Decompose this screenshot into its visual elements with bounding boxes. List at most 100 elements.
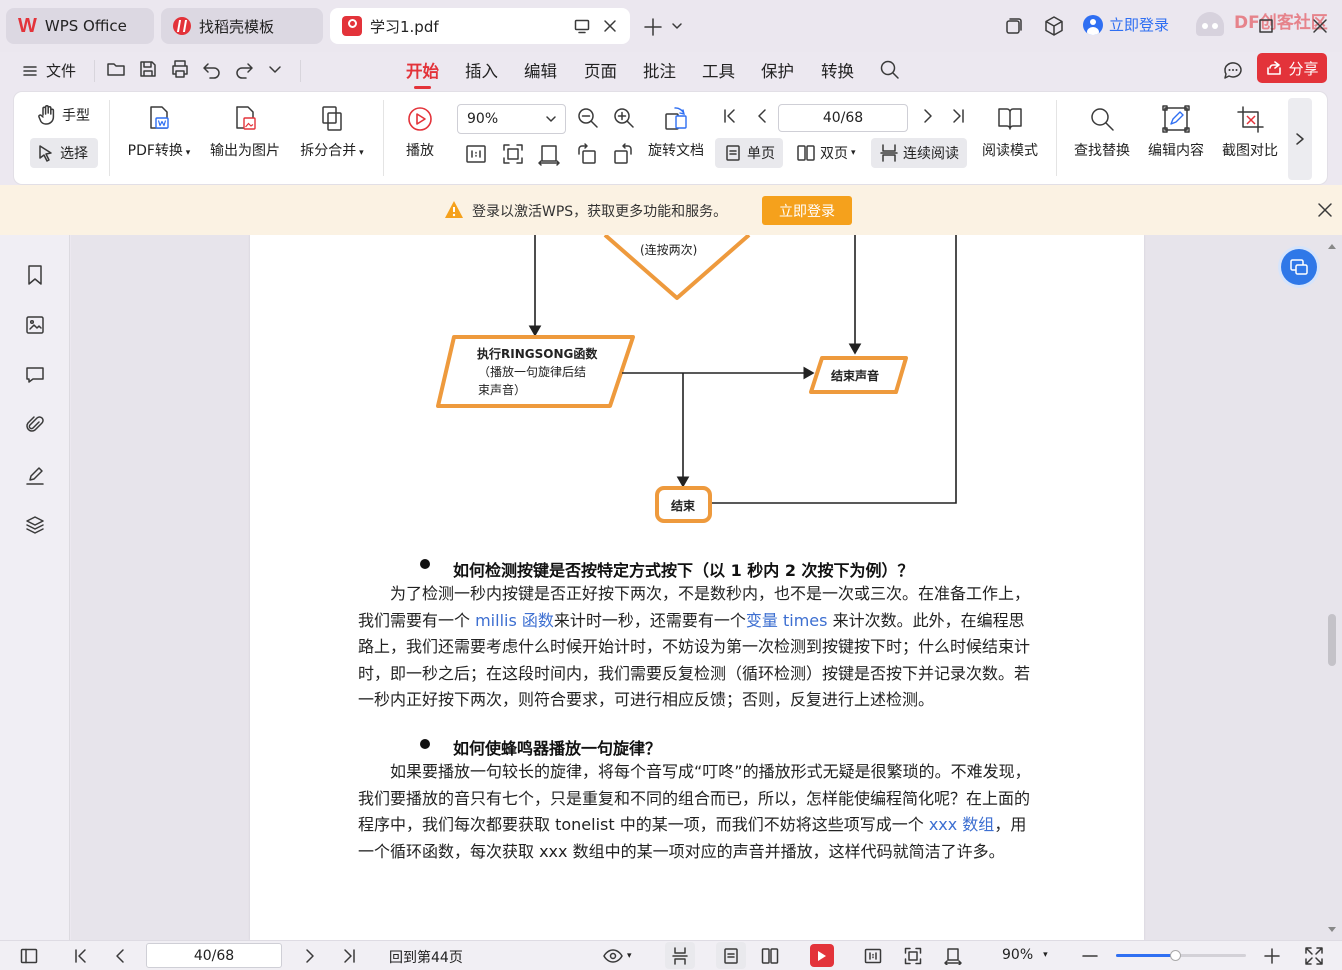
first-page-icon[interactable]	[72, 947, 90, 965]
login-link[interactable]: 立即登录	[1083, 14, 1169, 35]
continuous-view-button[interactable]	[665, 942, 695, 969]
menu-edit[interactable]: 编辑	[524, 58, 557, 82]
cube-icon[interactable]	[1043, 15, 1065, 37]
tab-document[interactable]: 学习1.pdf	[330, 8, 630, 44]
open-folder-icon[interactable]	[106, 59, 126, 79]
menu-insert[interactable]: 插入	[465, 58, 498, 82]
last-page-icon[interactable]	[948, 106, 968, 126]
status-zoom-select[interactable]: 90% ▾	[1002, 947, 1048, 963]
close-tab-icon[interactable]	[602, 18, 618, 34]
menu-annotate[interactable]: 批注	[643, 58, 676, 82]
fit-width-icon[interactable]	[537, 142, 561, 166]
close-notice-icon[interactable]	[1317, 202, 1333, 218]
hand-tool-button[interactable]: 手型	[36, 104, 90, 126]
screen-icon[interactable]	[574, 18, 590, 34]
rotate-doc-icon	[665, 107, 687, 130]
more-chevron-icon[interactable]	[268, 62, 282, 76]
section2-paragraph: 如果要播放一句较长的旋律，将每个音写成“叮咚”的播放形式无疑是很繁琐的。不难发现…	[358, 759, 1038, 865]
prev-page-icon[interactable]	[112, 947, 130, 965]
floating-translate-button[interactable]	[1281, 249, 1317, 285]
double-view-icon[interactable]	[761, 947, 779, 965]
tab-wps-office[interactable]: W WPS Office	[6, 8, 154, 44]
comment-icon[interactable]	[24, 364, 46, 386]
redo-icon[interactable]	[234, 59, 254, 79]
last-page-icon[interactable]	[340, 947, 358, 965]
zoom-in-icon[interactable]	[612, 106, 636, 130]
chevron-down-icon[interactable]	[671, 20, 683, 32]
next-page-icon[interactable]	[300, 947, 318, 965]
pdf-convert-button[interactable]: PDF转换 ▾	[124, 104, 194, 160]
attachment-icon[interactable]	[24, 414, 46, 436]
chat-icon[interactable]	[1221, 58, 1245, 82]
layers-icon[interactable]	[24, 514, 46, 536]
rotate-doc-button[interactable]: 旋转文档	[644, 104, 708, 160]
prev-page-icon[interactable]	[753, 106, 773, 126]
zoom-slider[interactable]	[1116, 950, 1246, 961]
notice-login-button[interactable]: 立即登录	[762, 196, 852, 225]
split-merge-button[interactable]: 拆分合并 ▾	[294, 104, 370, 160]
search-icon[interactable]	[879, 59, 901, 81]
ribbon-scroll-right[interactable]	[1288, 98, 1312, 180]
print-icon[interactable]	[170, 59, 190, 79]
zoom-out-icon[interactable]	[1081, 947, 1099, 965]
chevron-right-icon	[1296, 133, 1304, 145]
millis-link[interactable]: millis 函数	[475, 611, 554, 630]
menu-convert[interactable]: 转换	[821, 58, 854, 82]
tab-template[interactable]: 找稻壳模板	[161, 8, 323, 44]
status-page-input[interactable]: 40/68	[146, 943, 282, 968]
scroll-up-arrow[interactable]	[1328, 243, 1336, 251]
actual-size-icon[interactable]	[864, 947, 882, 965]
screenshot-compare-button[interactable]: 截图对比	[1218, 104, 1282, 160]
new-tab-icon[interactable]	[642, 16, 664, 38]
zoom-select[interactable]: 90%	[457, 104, 566, 134]
window-switch-icon[interactable]	[1004, 16, 1024, 36]
scroll-down-arrow[interactable]	[1328, 925, 1336, 933]
menu-page[interactable]: 页面	[584, 58, 617, 82]
read-mode-button[interactable]: 阅读模式	[978, 104, 1042, 160]
maximize-icon[interactable]	[1258, 18, 1274, 34]
actual-size-icon[interactable]	[464, 142, 488, 166]
edit-content-button[interactable]: 编辑内容	[1144, 104, 1208, 160]
bookmark-icon[interactable]	[24, 264, 46, 286]
find-replace-button[interactable]: 查找替换	[1070, 104, 1134, 160]
fit-width-icon[interactable]	[944, 947, 962, 965]
rotate-right-icon[interactable]	[611, 142, 635, 166]
array-link[interactable]: xxx 数组	[929, 815, 995, 834]
signature-icon[interactable]	[24, 464, 46, 486]
document-viewport[interactable]: (连按两次) 执行RINGSONG函数 （播放一句旋律后结 束声音） 结束声音 …	[71, 235, 1342, 940]
sidebar-toggle-icon[interactable]	[20, 947, 38, 965]
zoom-in-icon[interactable]	[1263, 947, 1281, 965]
menu-start[interactable]: 开始	[406, 58, 439, 89]
rotate-left-icon[interactable]	[575, 142, 599, 166]
fullscreen-icon[interactable]	[1304, 946, 1324, 966]
save-icon[interactable]	[138, 59, 158, 79]
fit-page-icon[interactable]	[501, 142, 525, 166]
goto-page-link[interactable]: 回到第44页	[389, 947, 463, 967]
times-link[interactable]: 变量 times	[746, 611, 828, 630]
undo-icon[interactable]	[202, 59, 222, 79]
single-view-button[interactable]	[716, 942, 746, 969]
single-page-button[interactable]: 单页	[715, 138, 783, 168]
next-page-icon[interactable]	[917, 106, 937, 126]
user-avatar-icon	[1083, 14, 1103, 35]
close-window-icon[interactable]	[1312, 18, 1328, 34]
thumbnail-icon[interactable]	[24, 314, 46, 336]
file-menu[interactable]: 文件	[22, 60, 76, 81]
select-tool-button[interactable]: 选择	[30, 138, 98, 168]
menu-protect[interactable]: 保护	[761, 58, 794, 82]
eye-protection-button[interactable]: ▾	[603, 947, 632, 965]
scrollbar-thumb[interactable]	[1328, 614, 1336, 666]
menu-tools[interactable]: 工具	[702, 58, 735, 82]
first-page-icon[interactable]	[720, 106, 740, 126]
page-input[interactable]: 40/68	[778, 104, 908, 132]
fit-page-icon[interactable]	[904, 947, 922, 965]
play-slides-button[interactable]	[810, 944, 834, 967]
zoom-slider-knob[interactable]	[1169, 950, 1181, 961]
export-image-button[interactable]: 输出为图片	[205, 104, 285, 160]
double-page-button[interactable]: 双页 ▾	[792, 138, 860, 168]
share-button[interactable]: 分享	[1257, 53, 1327, 83]
zoom-out-icon[interactable]	[576, 106, 600, 130]
continuous-read-button[interactable]: 连续阅读	[871, 138, 967, 168]
play-button[interactable]: 播放	[400, 104, 440, 160]
share-icon	[1267, 61, 1282, 75]
